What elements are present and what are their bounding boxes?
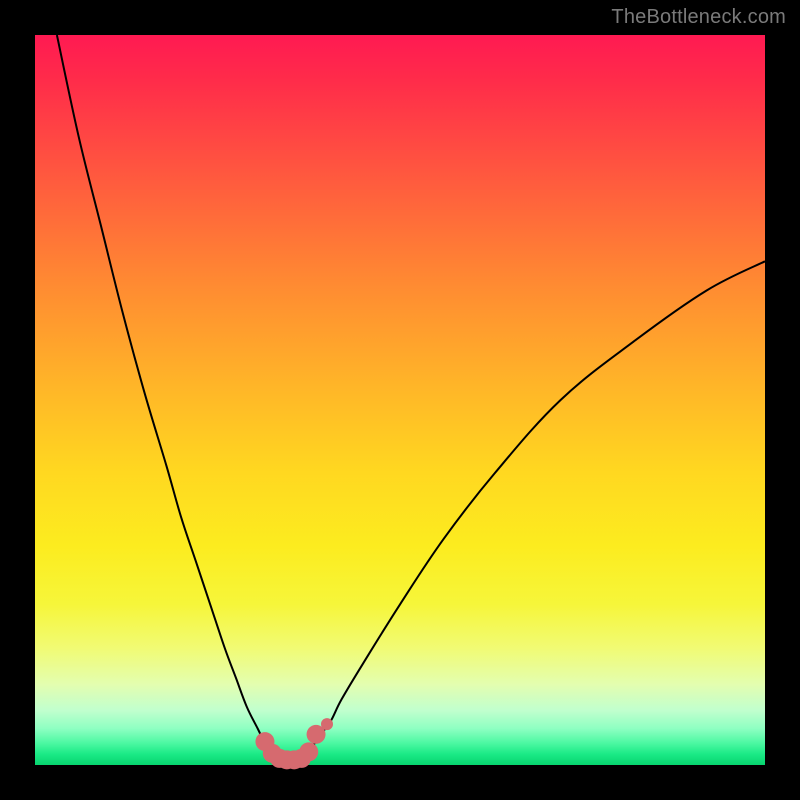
- curve-left-branch: [57, 35, 272, 754]
- outer-frame: TheBottleneck.com: [0, 0, 800, 800]
- marker-band: [255, 725, 325, 770]
- marker-dot-group: [321, 718, 333, 730]
- curve-right-branch: [312, 261, 765, 746]
- marker-band-point: [299, 742, 318, 761]
- chart-svg: [35, 35, 765, 765]
- chart-plot-area: [35, 35, 765, 765]
- marker-dot: [321, 718, 333, 730]
- watermark-text: TheBottleneck.com: [611, 6, 786, 29]
